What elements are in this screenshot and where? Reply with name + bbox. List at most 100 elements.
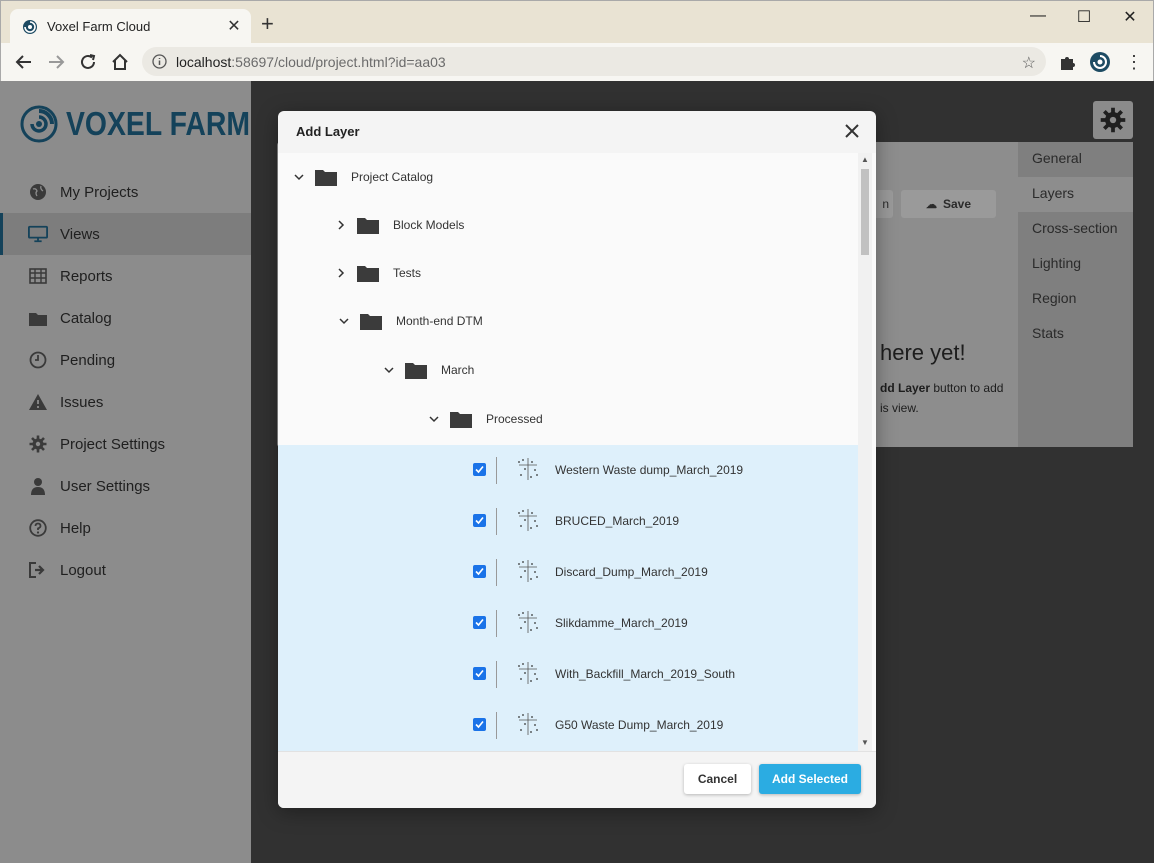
layer-checkbox[interactable] xyxy=(473,463,486,476)
sidebar-item-my-projects[interactable]: My Projects xyxy=(0,171,251,213)
tree-scrollbar[interactable]: ▲ ▼ xyxy=(858,153,872,751)
chevron-down-icon[interactable] xyxy=(292,170,306,184)
close-tab-icon[interactable]: ✕ xyxy=(225,18,243,36)
layer-label: G50 Waste Dump_March_2019 xyxy=(555,718,724,732)
sidebar-item-project-settings[interactable]: Project Settings xyxy=(0,423,251,465)
row-divider xyxy=(496,508,497,535)
minimize-window-icon[interactable]: — xyxy=(1015,7,1061,27)
point-cloud-icon xyxy=(518,458,538,480)
layer-row[interactable]: G50 Waste Dump_March_2019 xyxy=(278,700,858,751)
settings-gear-button[interactable] xyxy=(1093,101,1133,139)
layer-row[interactable]: With_Backfill_March_2019_South xyxy=(278,649,858,700)
tree-folder-row[interactable]: Block Models xyxy=(278,201,858,249)
tree-folder-label: Block Models xyxy=(393,218,465,232)
gear-icon xyxy=(1100,107,1126,133)
scrollbar-thumb[interactable] xyxy=(861,169,869,255)
tab-layers[interactable]: Layers xyxy=(1018,177,1133,212)
chevron-right-icon[interactable] xyxy=(334,218,348,232)
browser-toolbar: localhost:58697/cloud/project.html?id=aa… xyxy=(0,43,1154,81)
panel-tabs: General Layers Cross-section Lighting Re… xyxy=(1018,142,1133,447)
point-cloud-icon xyxy=(518,662,538,684)
sidebar-item-views[interactable]: Views xyxy=(0,213,251,255)
profile-avatar-icon[interactable] xyxy=(1089,51,1111,73)
tab-region[interactable]: Region xyxy=(1018,282,1133,317)
sidebar-item-catalog[interactable]: Catalog xyxy=(0,297,251,339)
layer-row[interactable]: Western Waste dump_March_2019 xyxy=(278,445,858,496)
tree-folder-label: Project Catalog xyxy=(351,170,434,184)
layer-row[interactable]: Discard_Dump_March_2019 xyxy=(278,547,858,598)
reload-icon[interactable] xyxy=(77,51,99,73)
tab-stats[interactable]: Stats xyxy=(1018,317,1133,352)
folder-icon xyxy=(405,363,427,379)
browser-menu-icon[interactable]: ⋮ xyxy=(1125,52,1143,72)
sidebar-item-help[interactable]: Help xyxy=(0,507,251,549)
row-divider xyxy=(496,661,497,688)
save-button[interactable]: ☁ Save xyxy=(901,190,996,218)
layer-row[interactable]: Slikdamme_March_2019 xyxy=(278,598,858,649)
sidebar-item-label: Reports xyxy=(60,267,113,285)
warning-icon xyxy=(28,392,48,412)
sidebar-item-user-settings[interactable]: User Settings xyxy=(0,465,251,507)
globe-icon xyxy=(28,182,48,202)
close-icon[interactable] xyxy=(842,121,862,141)
new-tab-button[interactable]: + xyxy=(261,13,274,35)
layer-label: BRUCED_March_2019 xyxy=(555,514,680,528)
chevron-right-icon[interactable] xyxy=(334,266,348,280)
extensions-puzzle-icon[interactable] xyxy=(1058,52,1078,72)
point-cloud-icon xyxy=(518,560,538,582)
add-layer-dialog: Add Layer Project Catalog Block Models T… xyxy=(278,111,876,808)
sidebar-item-label: Issues xyxy=(60,393,104,411)
point-cloud-icon xyxy=(518,713,538,735)
sidebar-item-issues[interactable]: Issues xyxy=(0,381,251,423)
address-bar[interactable]: localhost:58697/cloud/project.html?id=aa… xyxy=(142,47,1046,76)
home-icon[interactable] xyxy=(109,51,131,73)
gear-icon xyxy=(28,434,48,454)
tree-folder-row[interactable]: March xyxy=(278,346,858,394)
layer-label: Western Waste dump_March_2019 xyxy=(555,463,744,477)
sidebar-item-logout[interactable]: Logout xyxy=(0,549,251,591)
tree-folder-row[interactable]: Tests xyxy=(278,249,858,297)
user-icon xyxy=(28,476,48,496)
chevron-down-icon[interactable] xyxy=(337,314,351,328)
maximize-window-icon[interactable]: ☐ xyxy=(1061,7,1107,27)
voxel-farm-favicon-icon xyxy=(23,19,37,34)
site-info-icon[interactable] xyxy=(152,54,167,69)
back-arrow-icon[interactable] xyxy=(13,51,35,73)
layer-checkbox[interactable] xyxy=(473,565,486,578)
tree-folder-row[interactable]: Project Catalog xyxy=(278,153,858,201)
row-divider xyxy=(496,457,497,484)
sidebar-item-label: Catalog xyxy=(60,309,112,327)
empty-state-line2: is view. xyxy=(880,401,919,415)
logout-icon xyxy=(28,560,48,580)
cancel-button[interactable]: Cancel xyxy=(684,764,751,794)
empty-state-line1: button to add xyxy=(930,381,1004,395)
row-divider xyxy=(496,610,497,637)
forward-arrow-icon[interactable] xyxy=(45,51,67,73)
chevron-down-icon[interactable] xyxy=(382,363,396,377)
layer-checkbox[interactable] xyxy=(473,667,486,680)
scroll-down-arrow-icon[interactable]: ▼ xyxy=(861,738,869,747)
layer-row[interactable]: BRUCED_March_2019 xyxy=(278,496,858,547)
layer-checkbox[interactable] xyxy=(473,514,486,527)
scroll-up-arrow-icon[interactable]: ▲ xyxy=(861,155,869,164)
folder-icon xyxy=(450,412,472,428)
url-path: :58697/cloud/project.html?id=aa03 xyxy=(231,53,446,70)
close-window-icon[interactable]: ✕ xyxy=(1107,7,1153,27)
bookmark-star-icon[interactable]: ☆ xyxy=(1022,53,1036,73)
tree-folder-row[interactable]: Month-end DTM xyxy=(278,297,858,345)
sidebar-item-pending[interactable]: Pending xyxy=(0,339,251,381)
tree-folder-row[interactable]: Processed xyxy=(278,395,858,443)
tab-lighting[interactable]: Lighting xyxy=(1018,247,1133,282)
browser-tab[interactable]: Voxel Farm Cloud ✕ xyxy=(10,9,251,44)
sidebar-item-reports[interactable]: Reports xyxy=(0,255,251,297)
sidebar-item-label: Project Settings xyxy=(60,435,166,453)
browser-titlebar: Voxel Farm Cloud ✕ + — ☐ ✕ xyxy=(0,0,1154,44)
tab-cross-section[interactable]: Cross-section xyxy=(1018,212,1133,247)
layer-label: With_Backfill_March_2019_South xyxy=(555,667,736,681)
chevron-down-icon[interactable] xyxy=(427,412,441,426)
layer-checkbox[interactable] xyxy=(473,718,486,731)
add-selected-button[interactable]: Add Selected xyxy=(759,764,861,794)
layer-checkbox[interactable] xyxy=(473,616,486,629)
voxel-farm-logo: VOXEL FARM xyxy=(20,105,280,143)
tab-general[interactable]: General xyxy=(1018,142,1133,177)
